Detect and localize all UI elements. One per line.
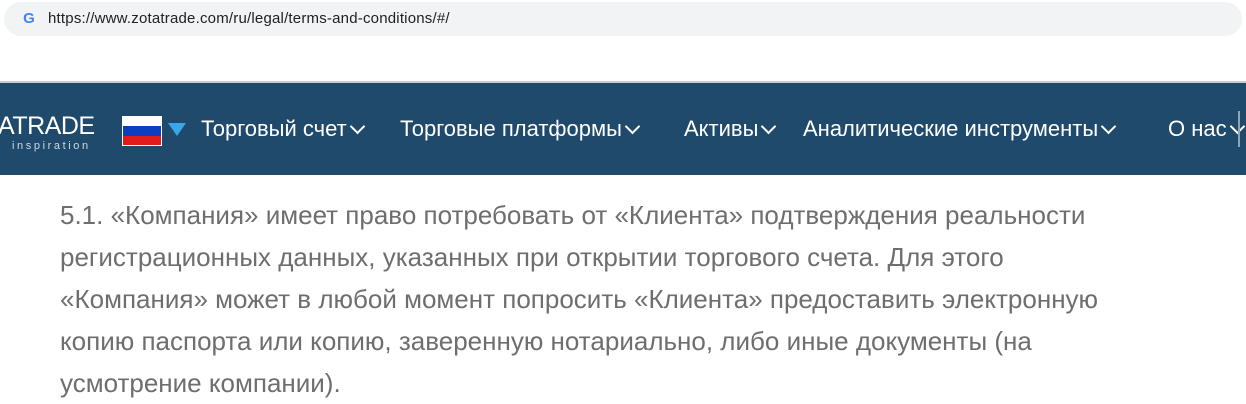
logo-tagline: inspiration <box>12 140 91 152</box>
nav-item-trading-account[interactable]: Торговый счет <box>201 116 365 142</box>
nav-divider <box>1238 111 1246 147</box>
nav-item-label: О нас <box>1168 116 1227 141</box>
nav-item-label: Торговый счет <box>201 116 347 141</box>
nav-item-label: Активы <box>684 116 759 141</box>
nav-item-assets[interactable]: Активы <box>684 116 777 142</box>
chevron-down-icon <box>349 118 365 134</box>
nav-item-about[interactable]: О нас <box>1168 116 1245 142</box>
url-text[interactable]: https://www.zotatrade.com/ru/legal/terms… <box>48 10 450 27</box>
site-navbar: ATRADE inspiration Торговый счет Торговы… <box>0 83 1246 175</box>
ru-flag-icon[interactable] <box>122 116 162 146</box>
nav-item-analytics-tools[interactable]: Аналитические инструменты <box>803 116 1117 142</box>
chevron-down-icon <box>761 118 777 134</box>
paragraph-line: копию паспорта или копию, заверенную нот… <box>60 326 1032 356</box>
nav-item-label: Аналитические инструменты <box>803 116 1099 141</box>
chevron-down-icon <box>624 118 641 134</box>
paragraph-line: 5.1. «Компания» имеет право потребовать … <box>60 200 1086 230</box>
nav-item-trading-platforms[interactable]: Торговые платформы <box>400 116 641 142</box>
chevron-down-icon <box>1100 118 1117 134</box>
language-dropdown-arrow-icon[interactable] <box>168 123 186 136</box>
paragraph-line: регистрационных данных, указанных при от… <box>60 242 1004 272</box>
paragraph-line: «Компания» может в любой момент попросит… <box>60 284 1099 314</box>
address-bar[interactable]: G https://www.zotatrade.com/ru/legal/ter… <box>4 2 1242 36</box>
google-g-icon: G <box>23 10 35 27</box>
logo-wordmark: ATRADE <box>0 112 95 140</box>
paragraph-line: усмотрение компании). <box>60 368 341 398</box>
nav-item-label: Торговые платформы <box>400 116 622 141</box>
terms-paragraph: 5.1. «Компания» имеет право потребовать … <box>60 194 1210 404</box>
